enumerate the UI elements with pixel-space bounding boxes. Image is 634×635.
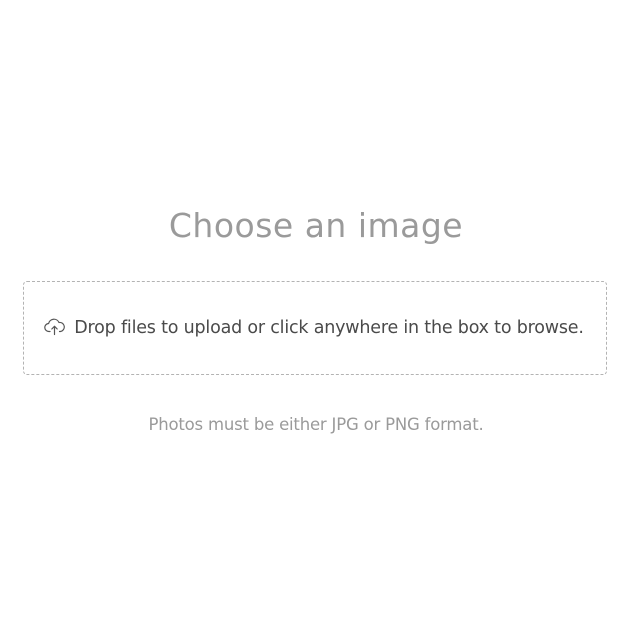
cloud-upload-icon	[44, 318, 66, 336]
page-title: Choose an image	[168, 206, 464, 245]
dropzone-label: Drop files to upload or click anywhere i…	[74, 318, 584, 338]
upload-dropzone[interactable]: Drop files to upload or click anywhere i…	[23, 281, 607, 375]
dropzone-content: Drop files to upload or click anywhere i…	[44, 318, 584, 338]
format-hint: Photos must be either JPG or PNG format.	[148, 415, 484, 434]
